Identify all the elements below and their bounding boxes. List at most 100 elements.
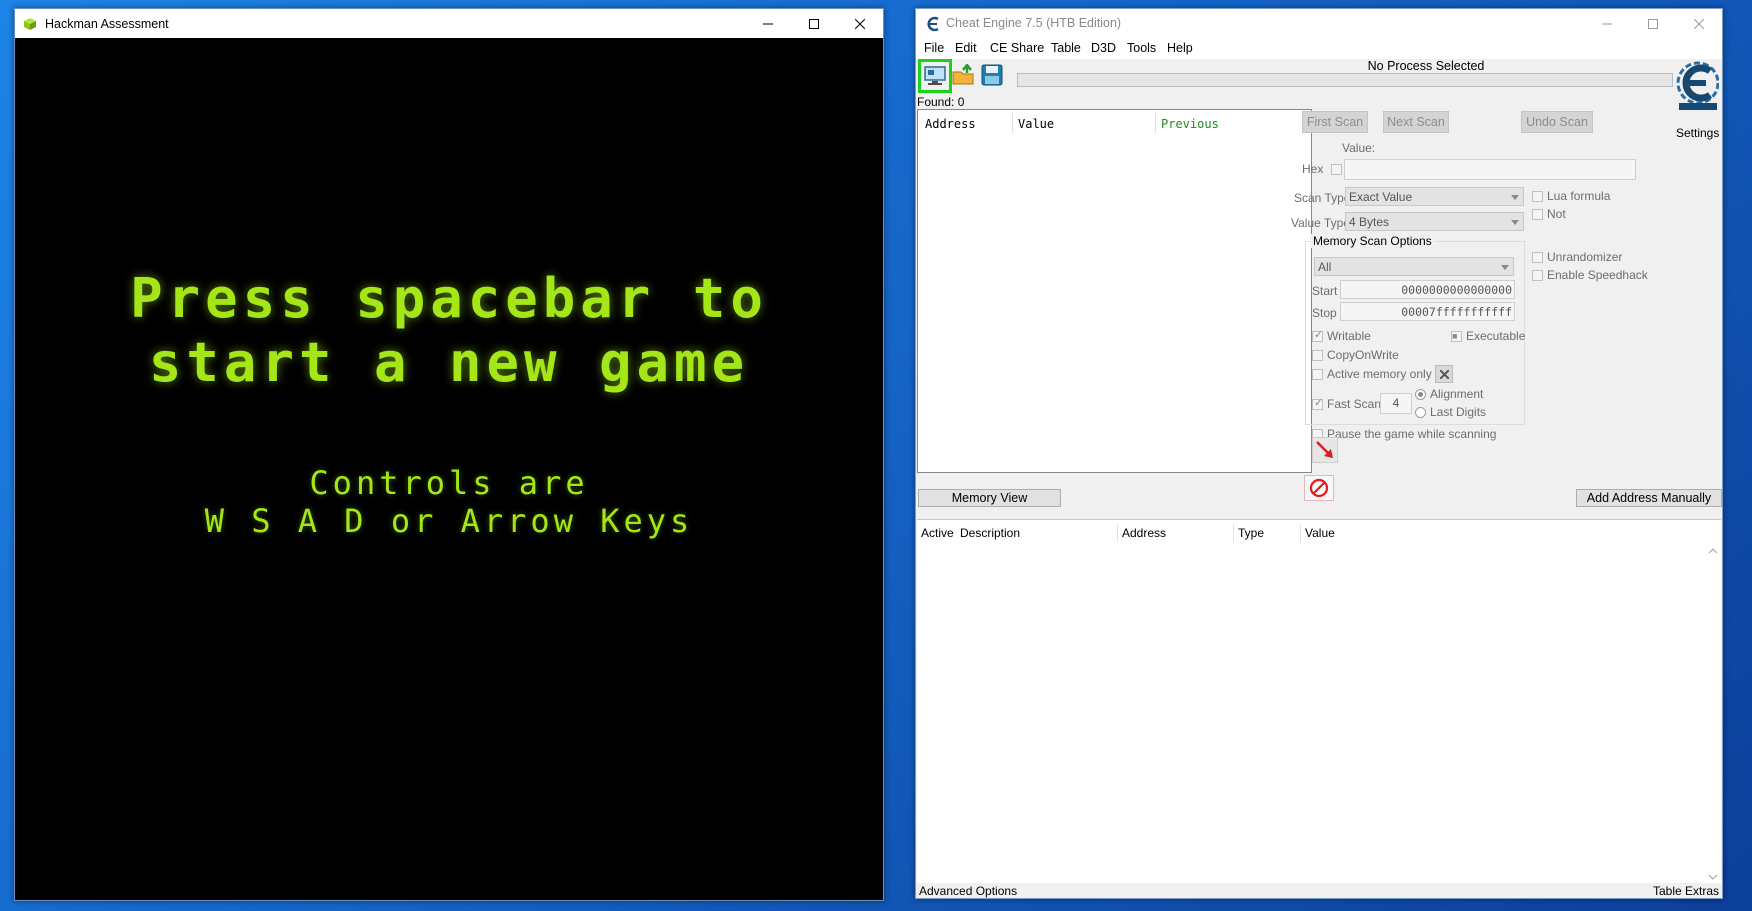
chevron-down-icon (1511, 195, 1519, 200)
table-scrollbar[interactable] (1706, 542, 1720, 884)
select-process-button[interactable] (918, 59, 952, 93)
chevron-down-icon (1511, 220, 1519, 225)
menu-tools[interactable]: Tools (1127, 41, 1156, 55)
value-type-select[interactable]: 4 Bytes (1345, 212, 1524, 231)
scan-progress-bar (1017, 73, 1673, 87)
menu-table[interactable]: Table (1051, 41, 1081, 55)
found-count: Found: 0 (917, 95, 965, 109)
start-address-input[interactable]: 0000000000000000 (1340, 280, 1515, 299)
results-header-address[interactable]: Address (925, 117, 976, 131)
scan-results-list[interactable]: Address Value Previous (917, 109, 1312, 473)
menu-bar: File Edit CE Share Table D3D Tools Help (916, 38, 1722, 59)
save-button[interactable] (978, 61, 1006, 89)
value-type-value: 4 Bytes (1349, 215, 1390, 229)
stop-label: Stop (1312, 306, 1337, 320)
writable-checkbox[interactable]: ✓ (1312, 329, 1324, 342)
lua-formula-label: Lua formula (1547, 189, 1611, 203)
cube-icon (24, 17, 36, 30)
start-prompt-line2: start a new game (148, 331, 750, 394)
stop-address-input[interactable]: 00007fffffffffff (1340, 302, 1515, 321)
start-prompt-line1: Press spacebar to (130, 267, 768, 330)
window-controls (745, 9, 883, 38)
red-arrow-icon (1316, 441, 1333, 458)
speedhack-checkbox[interactable] (1532, 270, 1543, 281)
settings-label[interactable]: Settings (1676, 126, 1719, 140)
results-header-previous[interactable]: Previous (1161, 117, 1219, 131)
stop-button[interactable] (1304, 475, 1334, 501)
menu-ce-share[interactable]: CE Share (990, 41, 1044, 55)
minimize-icon (1602, 23, 1612, 24)
memory-view-button[interactable]: Memory View (918, 489, 1061, 507)
alignment-label: Alignment (1430, 387, 1484, 401)
fast-scan-input[interactable]: 4 (1380, 393, 1412, 414)
last-digits-radio[interactable] (1415, 407, 1426, 418)
ce-maximize-button[interactable] (1630, 9, 1676, 38)
add-address-manually-button[interactable]: Add Address Manually (1576, 489, 1722, 507)
menu-help[interactable]: Help (1167, 41, 1193, 55)
minimize-button[interactable] (745, 9, 791, 38)
maximize-icon (809, 18, 819, 29)
minimize-icon (763, 23, 773, 24)
ce-minimize-button[interactable] (1584, 9, 1630, 38)
scan-type-label: Scan Type (1294, 191, 1351, 205)
address-table[interactable]: Active Description Address Type Value (917, 519, 1721, 884)
computer-monitor-icon (924, 66, 946, 85)
scroll-down-icon (1708, 874, 1718, 880)
alignment-radio[interactable] (1415, 389, 1426, 400)
game-canvas[interactable]: Press spacebar to start a new game Contr… (15, 38, 883, 900)
unrandomizer-checkbox[interactable] (1532, 252, 1543, 263)
fast-scan-checkbox[interactable]: ✓ (1312, 398, 1323, 410)
table-header-value[interactable]: Value (1305, 526, 1335, 540)
scan-type-value: Exact Value (1349, 190, 1413, 204)
menu-d3d[interactable]: D3D (1091, 41, 1116, 55)
undo-scan-button[interactable]: Undo Scan (1521, 111, 1593, 133)
executable-checkbox[interactable]: ■ (1451, 331, 1462, 342)
maximize-icon (1648, 18, 1658, 29)
table-header-description[interactable]: Description (960, 526, 1020, 540)
fast-scan-label: Fast Scan (1327, 397, 1382, 411)
ce-titlebar[interactable]: Cheat Engine 7.5 (HTB Edition) (916, 9, 1722, 38)
next-scan-button[interactable]: Next Scan (1383, 111, 1449, 133)
table-extras-link[interactable]: Table Extras (1653, 884, 1719, 898)
status-bar: Advanced Options Table Extras (916, 883, 1722, 898)
process-label: No Process Selected (1367, 59, 1485, 73)
game-window: Hackman Assessment Press spacebar to sta… (14, 8, 884, 901)
open-file-button[interactable] (950, 61, 978, 89)
clear-active-memory-button[interactable] (1435, 365, 1453, 383)
active-memory-checkbox[interactable] (1312, 369, 1323, 380)
scan-type-select[interactable]: Exact Value (1345, 187, 1524, 206)
ce-close-button[interactable] (1676, 9, 1722, 38)
value-input[interactable] (1344, 159, 1636, 180)
close-icon (1439, 369, 1449, 379)
first-scan-button[interactable]: First Scan (1302, 111, 1368, 133)
copy-on-write-checkbox[interactable] (1312, 350, 1323, 361)
lua-formula-checkbox[interactable] (1532, 191, 1543, 202)
menu-edit[interactable]: Edit (955, 41, 977, 55)
hex-checkbox[interactable] (1331, 164, 1342, 175)
advanced-options-link[interactable]: Advanced Options (919, 884, 1017, 898)
close-button[interactable] (837, 9, 883, 38)
add-to-list-arrow-button[interactable] (1312, 437, 1338, 463)
close-icon (1694, 18, 1704, 29)
stop-icon (1309, 478, 1329, 498)
scroll-up-icon (1708, 548, 1718, 554)
value-type-label: Value Type (1291, 216, 1350, 230)
memory-region-select[interactable]: All (1314, 257, 1514, 276)
pause-game-label: Pause the game while scanning (1327, 427, 1497, 441)
game-titlebar[interactable]: Hackman Assessment (15, 9, 883, 38)
table-header-address[interactable]: Address (1122, 526, 1166, 540)
results-header-value[interactable]: Value (1018, 117, 1054, 131)
close-icon (855, 18, 865, 29)
maximize-button[interactable] (791, 9, 837, 38)
table-header-type[interactable]: Type (1238, 526, 1264, 540)
column-divider (1300, 524, 1301, 542)
checkmark-icon: ✓ (1314, 329, 1324, 341)
speedhack-label: Enable Speedhack (1547, 268, 1648, 282)
game-window-title: Hackman Assessment (45, 16, 169, 31)
not-checkbox[interactable] (1532, 209, 1543, 220)
column-divider (1012, 113, 1013, 133)
cheat-engine-settings-logo-icon[interactable] (1673, 57, 1719, 117)
table-header-active[interactable]: Active (921, 526, 954, 540)
menu-file[interactable]: File (924, 41, 944, 55)
controls-keys: W S A D or Arrow Keys (204, 502, 694, 540)
